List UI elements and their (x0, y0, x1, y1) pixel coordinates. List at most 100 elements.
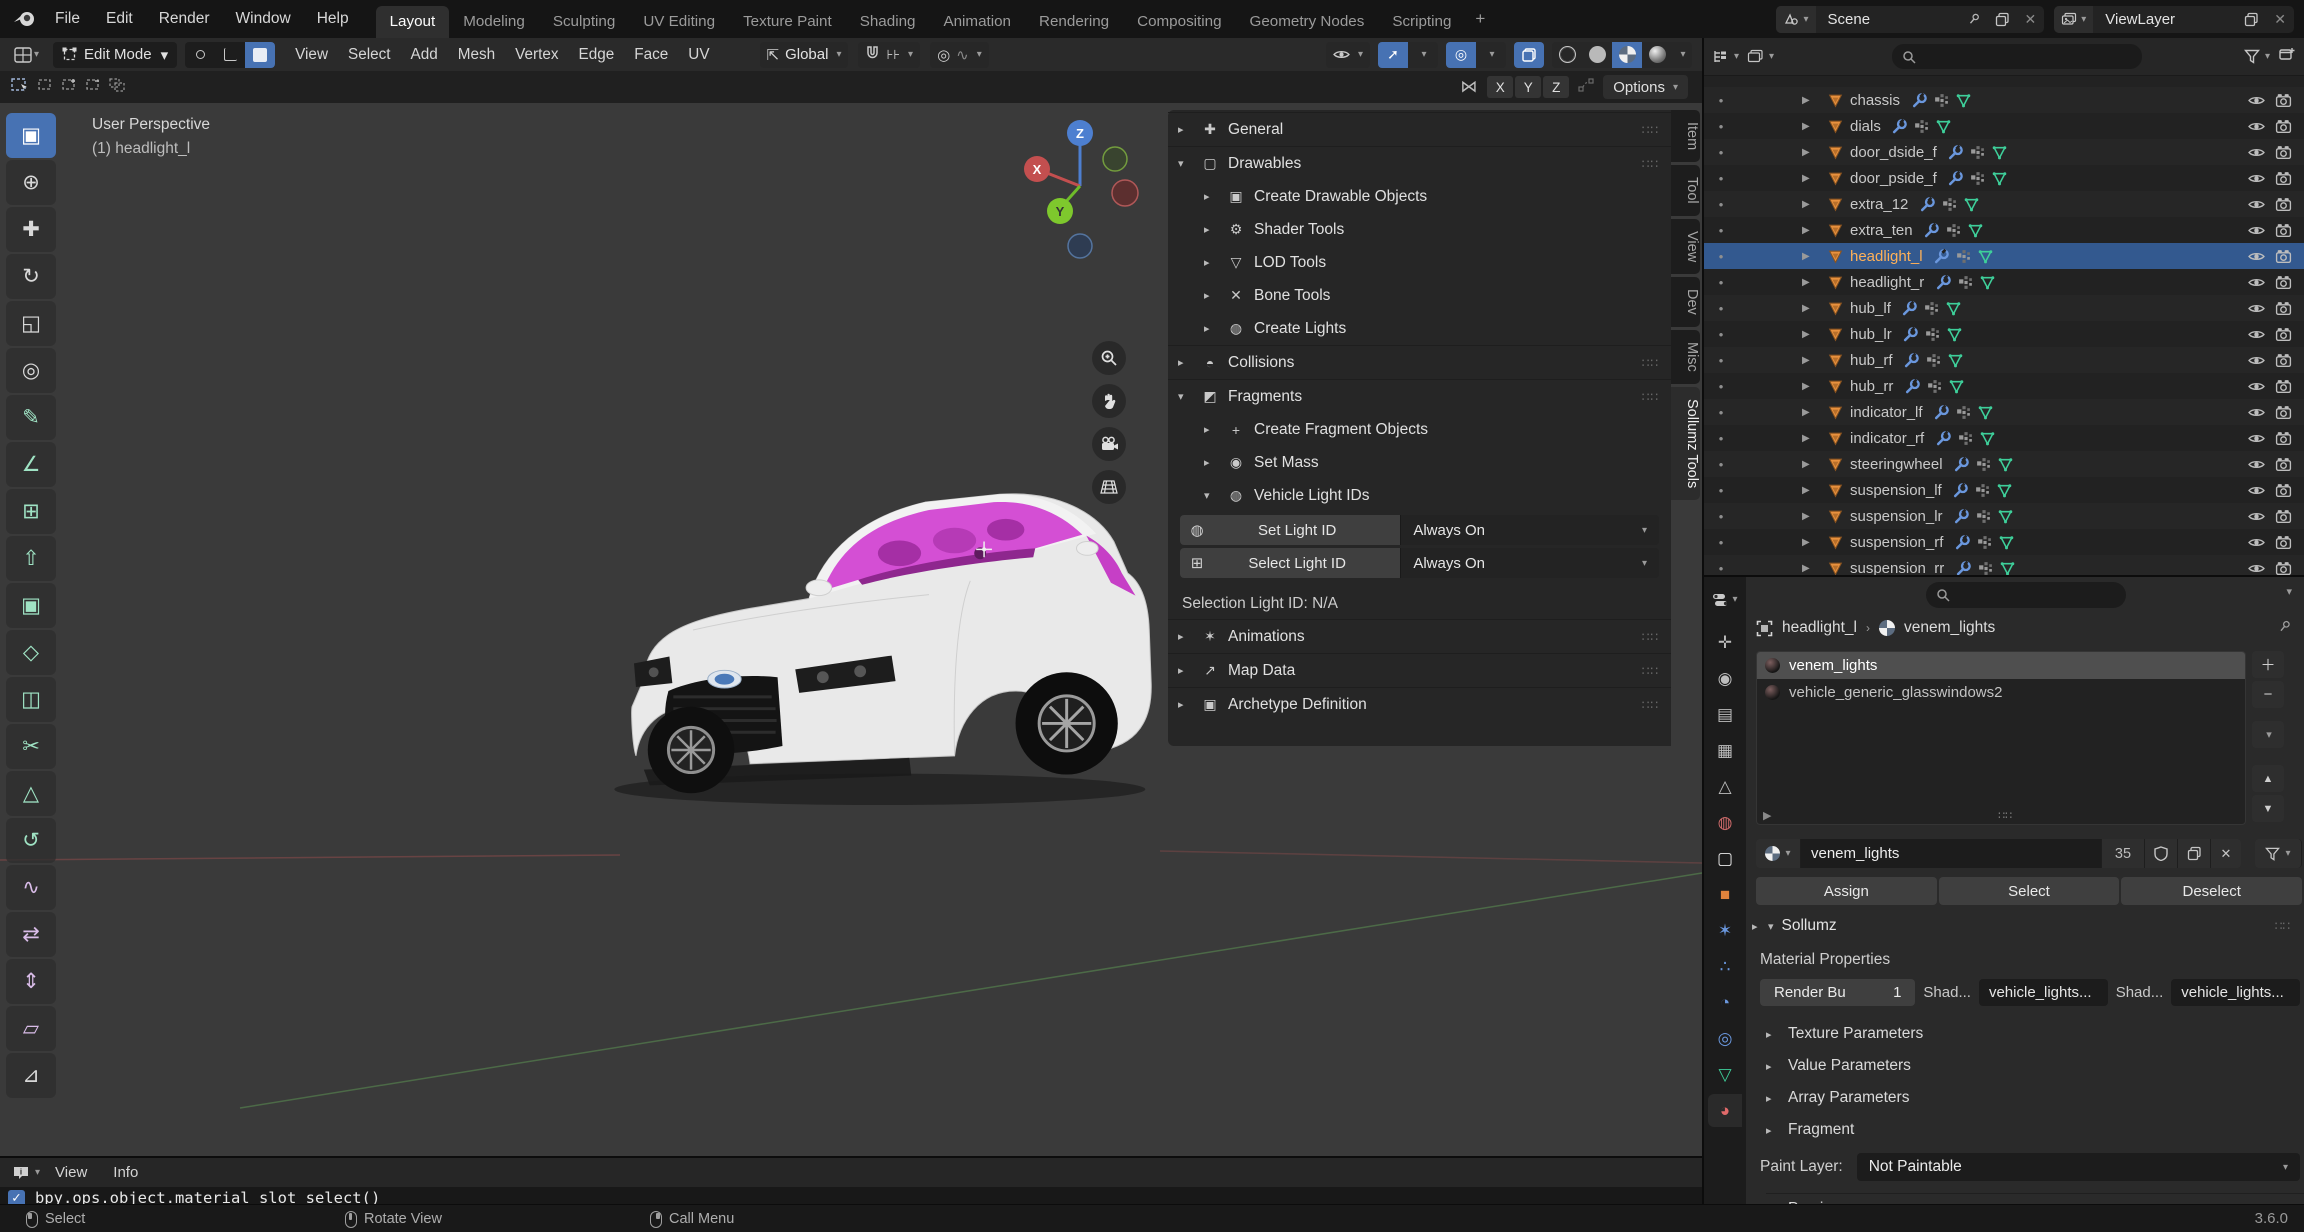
toggle-orthographic-button[interactable] (1092, 470, 1126, 504)
mesh-object-icon[interactable] (1824, 560, 1846, 576)
hide-eye-icon[interactable] (2248, 508, 2265, 525)
new-scene-icon[interactable] (1988, 6, 2017, 33)
outliner-row[interactable]: • ▶ suspension_rr (1704, 555, 2304, 575)
object-name[interactable]: hub_lf (1846, 300, 1899, 317)
new-viewlayer-icon[interactable] (2237, 6, 2266, 33)
mesh-object-icon[interactable] (1824, 482, 1846, 499)
vertex-groups-icon[interactable] (1930, 92, 1952, 109)
hide-eye-icon[interactable] (2248, 300, 2265, 317)
view-layer-tab[interactable]: ▦ (1708, 734, 1742, 767)
mesh-data-icon[interactable] (1944, 326, 1966, 343)
tool-move[interactable]: ✚ (6, 207, 56, 252)
workspace-tab[interactable]: Scripting (1378, 6, 1465, 38)
fake-user-shield-button[interactable] (2145, 839, 2178, 868)
topbar-menu[interactable]: File (42, 0, 93, 38)
disable-render-icon[interactable] (2275, 378, 2292, 395)
modifier-wrench-icon[interactable] (1916, 196, 1938, 213)
hide-eye-icon[interactable] (2248, 170, 2265, 187)
scene-name[interactable]: Scene (1816, 11, 1960, 28)
vertex-select-button[interactable] (185, 42, 215, 68)
overlays-dropdown[interactable]: ▾ (1476, 42, 1506, 68)
vertex-groups-icon[interactable] (1922, 326, 1944, 343)
unlink-scene-icon[interactable]: ✕ (2017, 11, 2045, 28)
disable-render-icon[interactable] (2275, 508, 2292, 525)
mesh-data-icon[interactable] (1994, 482, 2016, 499)
material-filter-dropdown[interactable]: ▾ (2255, 839, 2302, 868)
shading-wireframe-button[interactable] (1552, 42, 1582, 68)
falloff-curve-icon[interactable]: ∿ (956, 46, 969, 64)
object-name[interactable]: indicator_rf (1846, 430, 1932, 447)
object-name[interactable]: headlight_l (1846, 248, 1931, 265)
viewport-menu[interactable]: Edge (569, 46, 625, 64)
vertex-groups-icon[interactable] (1973, 534, 1995, 551)
mesh-object-icon[interactable] (1824, 508, 1846, 525)
tool-rip-region[interactable]: ⊿ (6, 1053, 56, 1098)
vertex-groups-icon[interactable] (1943, 222, 1965, 239)
disable-render-icon[interactable] (2275, 300, 2292, 317)
pin-icon[interactable] (2277, 619, 2292, 639)
mesh-data-icon[interactable] (1943, 300, 1965, 317)
expand-arrow-icon[interactable]: ▶ (1802, 199, 1824, 210)
topbar-menu[interactable]: Help (304, 0, 362, 38)
tool-spin[interactable]: ↺ (6, 818, 56, 863)
modifiers-tab[interactable]: ✶ (1708, 914, 1742, 947)
list-grip-icon[interactable]: ∷∷ (1998, 809, 2012, 822)
vertex-groups-icon[interactable] (1954, 430, 1976, 447)
disable-render-icon[interactable] (2275, 118, 2292, 135)
hide-eye-icon[interactable] (2248, 222, 2265, 239)
mirror-axis-button[interactable]: X (1487, 76, 1513, 98)
viewport-menu[interactable]: Select (338, 46, 401, 64)
mesh-object-icon[interactable] (1824, 300, 1846, 317)
active-tool-icon[interactable] (10, 76, 30, 99)
disable-render-icon[interactable] (2275, 456, 2292, 473)
remove-viewlayer-icon[interactable]: ✕ (2266, 11, 2294, 28)
expand-arrow-icon[interactable]: ▶ (1802, 147, 1824, 158)
mesh-object-icon[interactable] (1824, 404, 1846, 421)
expand-arrow-icon[interactable]: ▶ (1802, 433, 1824, 444)
disable-render-icon[interactable] (2275, 196, 2292, 213)
mesh-object-icon[interactable] (1824, 196, 1846, 213)
outliner-row[interactable]: • ▶ hub_rr (1704, 373, 2304, 399)
output-tab[interactable]: ▤ (1708, 698, 1742, 731)
breadcrumb-object[interactable]: headlight_l (1782, 619, 1857, 637)
outliner-row[interactable]: • ▶ indicator_rf (1704, 425, 2304, 451)
viewport-menu[interactable]: UV (678, 46, 719, 64)
vertex-groups-icon[interactable] (1921, 300, 1943, 317)
mesh-object-icon[interactable] (1824, 222, 1846, 239)
shading-dropdown[interactable]: ▾ (1672, 42, 1692, 68)
panel-section-row[interactable]: ↗ Map Data ∷∷ (1168, 653, 1671, 687)
object-name[interactable]: suspension_lr (1846, 508, 1951, 525)
expand-arrow-icon[interactable]: ▶ (1802, 537, 1824, 548)
object-name[interactable]: door_pside_f (1846, 170, 1945, 187)
display-mode-dropdown[interactable]: ▾ (1712, 49, 1739, 64)
snap-target-icon[interactable]: ⊦⊦ (886, 47, 900, 63)
select-light-id-button[interactable]: ⊞ Select Light ID (1180, 548, 1400, 578)
material-tab[interactable]: ◕ (1708, 1094, 1742, 1127)
hide-eye-icon[interactable] (2248, 404, 2265, 421)
modifier-wrench-icon[interactable] (1921, 222, 1943, 239)
move-slot-down-button[interactable]: ▼ (2252, 795, 2284, 822)
vertex-groups-icon[interactable] (1923, 378, 1945, 395)
workspace-tab[interactable]: Modeling (449, 6, 539, 38)
hide-eye-icon[interactable] (2248, 352, 2265, 369)
object-name[interactable]: extra_ten (1846, 222, 1921, 239)
mesh-data-icon[interactable] (1989, 144, 2011, 161)
outliner-row-partial[interactable] (1704, 76, 2304, 87)
npanel-tab[interactable]: Item (1671, 110, 1700, 162)
mesh-data-icon[interactable] (1995, 508, 2017, 525)
set-light-id-button[interactable]: ◍ Set Light ID (1180, 515, 1400, 545)
vertex-groups-icon[interactable] (1954, 274, 1976, 291)
viewlayer-icon[interactable]: ▾ (2054, 6, 2093, 33)
car-model[interactable] (575, 430, 1165, 830)
outliner-row[interactable]: • ▶ door_dside_f (1704, 139, 2304, 165)
filter-id-dropdown[interactable]: ▾ (1747, 49, 1774, 64)
panel-grip-icon[interactable]: ∷∷ (1642, 390, 1659, 404)
vertex-groups-icon[interactable] (1974, 560, 1996, 576)
hide-eye-icon[interactable] (2248, 118, 2265, 135)
mesh-data-icon[interactable] (1945, 378, 1967, 395)
vertex-groups-icon[interactable] (1972, 482, 1994, 499)
panel-section-row[interactable]: ⚙ Shader Tools ∷∷ (1168, 213, 1671, 246)
expand-arrow-icon[interactable]: ▶ (1802, 225, 1824, 236)
expand-arrow-icon[interactable]: ▶ (1802, 485, 1824, 496)
new-collection-button[interactable] (2278, 46, 2296, 67)
